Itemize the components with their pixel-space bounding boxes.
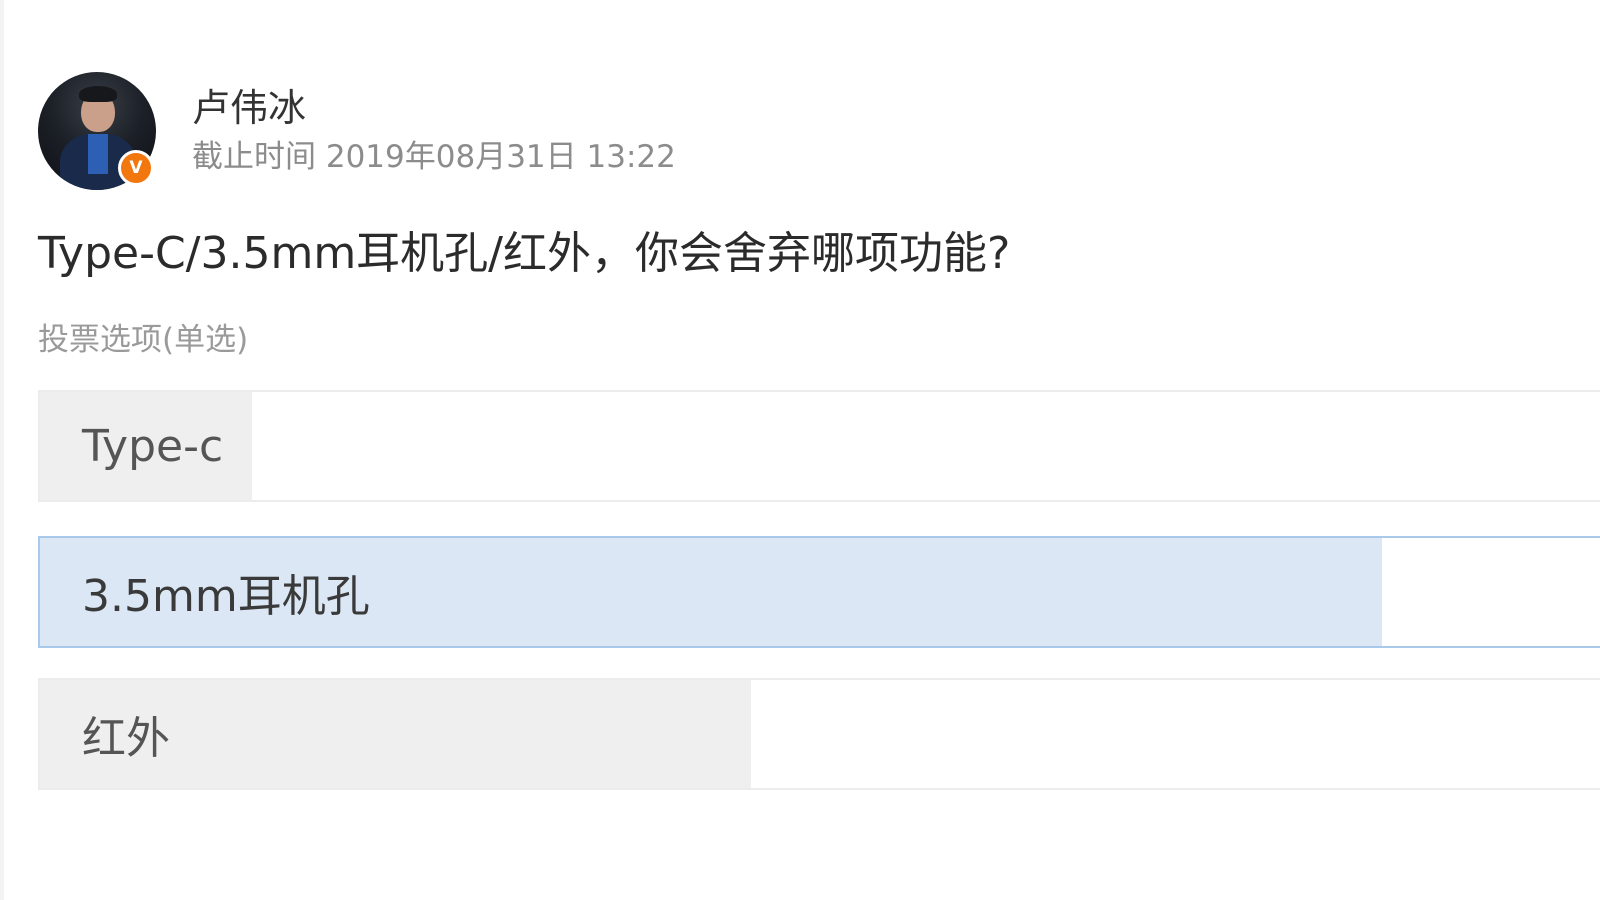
user-meta: 卢伟冰 截止时间 2019年08月31日 13:22 bbox=[192, 83, 676, 179]
avatar-shirt bbox=[88, 134, 108, 174]
poll-question: Type-C/3.5mm耳机孔/红外，你会舍弃哪项功能? bbox=[38, 228, 1011, 279]
verified-badge-icon: V bbox=[118, 150, 154, 186]
option-label: 3.5mm耳机孔 bbox=[82, 571, 370, 622]
poll-deadline: 截止时间 2019年08月31日 13:22 bbox=[192, 139, 676, 175]
card-edge bbox=[0, 0, 4, 900]
poll-header: V 卢伟冰 截止时间 2019年08月31日 13:22 bbox=[38, 72, 676, 190]
author-name[interactable]: 卢伟冰 bbox=[192, 83, 676, 133]
avatar[interactable]: V bbox=[38, 72, 156, 190]
option-label: 红外 bbox=[82, 713, 170, 764]
avatar-hair bbox=[79, 86, 117, 102]
poll-option-headphone-jack[interactable]: 3.5mm耳机孔 bbox=[38, 536, 1600, 648]
poll-option-infrared[interactable]: 红外 bbox=[38, 678, 1600, 790]
poll-option-type-c[interactable]: Type-c bbox=[38, 390, 1600, 502]
option-label: Type-c bbox=[82, 420, 224, 472]
vote-type-label: 投票选项(单选) bbox=[38, 322, 249, 358]
poll-card: V 卢伟冰 截止时间 2019年08月31日 13:22 Type-C/3.5m… bbox=[0, 0, 1600, 900]
